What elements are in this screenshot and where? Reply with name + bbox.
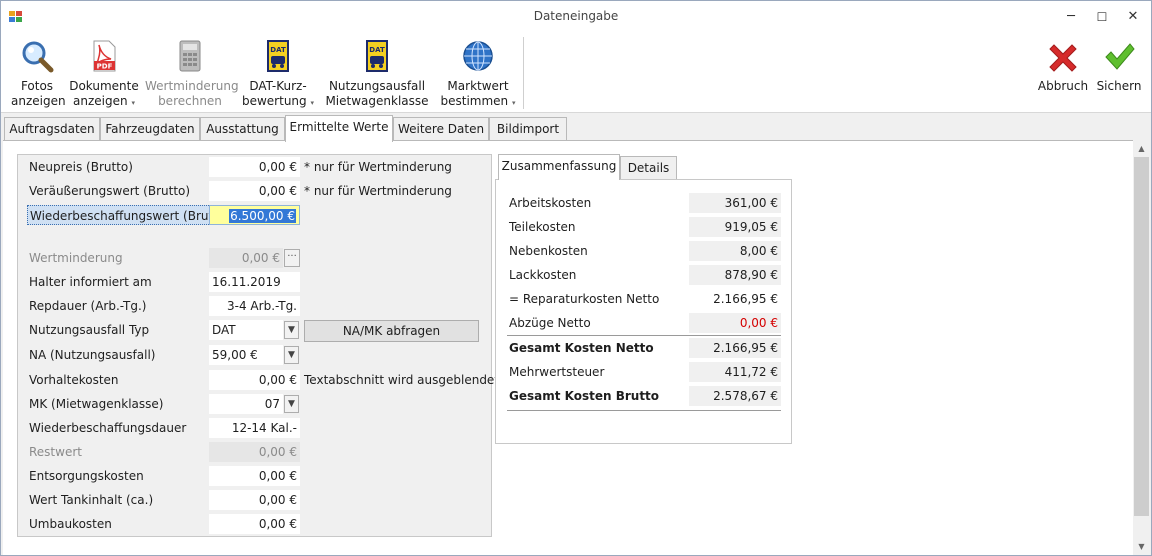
na-nutzungsausfall-select[interactable]: 59,00 €	[209, 345, 283, 365]
application-window: Dateneingabe ─ ☐ ✕ Fotos anzeigen PDF Do…	[0, 0, 1152, 556]
tab-zusammenfassung[interactable]: Zusammenfassung	[498, 154, 620, 180]
tab-fahrzeugdaten[interactable]: Fahrzeugdaten	[100, 117, 200, 141]
veraeusserungswert-label: Veräußerungswert (Brutto)	[29, 184, 191, 198]
svg-text:DAT: DAT	[369, 46, 385, 54]
na-nutzungsausfall-label: NA (Nutzungsausfall)	[29, 348, 156, 362]
neupreis-label: Neupreis (Brutto)	[29, 160, 133, 174]
chevron-down-icon: ▾	[511, 99, 516, 107]
repdauer-label: Repdauer (Arb.-Tg.)	[29, 299, 147, 313]
globe-icon	[461, 39, 495, 73]
close-button[interactable]: ✕	[1118, 4, 1148, 30]
reparaturkosten-netto-field[interactable]: 2.166,95 €	[689, 289, 781, 309]
dokumente-anzeigen-button[interactable]: PDF Dokumente anzeigen ▾	[69, 37, 139, 109]
nutzungsausfall-typ-label: Nutzungsausfall Typ	[29, 323, 150, 337]
ribbon-separator	[523, 37, 524, 109]
wert-tankinhalt-label: Wert Tankinhalt (ca.)	[29, 493, 154, 507]
summary-row: Nebenkosten 8,00 €	[509, 241, 781, 261]
entsorgungskosten-field[interactable]: 0,00 €	[209, 466, 300, 486]
halter-informiert-label: Halter informiert am	[29, 275, 152, 289]
neupreis-note: * nur für Wertminderung	[304, 160, 452, 174]
chevron-down-icon[interactable]: ▼	[284, 346, 299, 364]
mk-mietwagenklasse-label: MK (Mietwagenklasse)	[29, 397, 164, 411]
dat-icon: DAT	[360, 39, 394, 73]
summary-row: = Reparaturkosten Netto 2.166,95 €	[509, 289, 781, 309]
wertminderung-ellipsis-button[interactable]: ···	[284, 249, 300, 267]
dat-icon: DAT	[261, 39, 295, 73]
checkmark-icon	[1102, 39, 1136, 73]
wertminderung-berechnen-button[interactable]: Wertminderung berechnen	[145, 37, 239, 109]
magnifier-icon	[20, 39, 54, 73]
restwert-field: 0,00 €	[209, 442, 300, 462]
neupreis-field[interactable]: 0,00 €	[209, 157, 300, 177]
umbaukosten-label: Umbaukosten	[29, 517, 112, 531]
chevron-down-icon[interactable]: ▼	[284, 395, 299, 413]
scroll-up-icon[interactable]: ▲	[1133, 140, 1150, 157]
svg-text:PDF: PDF	[97, 63, 113, 71]
wiederbeschaffungswert-label: Wiederbeschaffungswert (Brutto)	[27, 205, 233, 225]
tab-details[interactable]: Details	[620, 156, 677, 180]
title-bar: Dateneingabe ─ ☐ ✕	[1, 1, 1151, 33]
ribbon-toolbar: Fotos anzeigen PDF Dokumente anzeigen ▾	[1, 33, 1151, 122]
wiederbeschaffungswert-field[interactable]: 6.500,00 €	[209, 205, 300, 225]
vorhaltekosten-field[interactable]: 0,00 €	[209, 370, 300, 390]
wertminderung-field: 0,00 €	[209, 248, 283, 268]
chevron-down-icon: ▾	[131, 99, 135, 107]
vorhaltekosten-note: Textabschnitt wird ausgeblendet!	[304, 373, 504, 387]
scrollbar-thumb[interactable]	[1134, 157, 1149, 516]
mk-mietwagenklasse-select[interactable]: 07	[209, 394, 283, 414]
nutzungsausfall-mietwagenklasse-button[interactable]: DAT Nutzungsausfall Mietwagenklasse ▾	[323, 37, 431, 122]
marktwert-bestimmen-button[interactable]: Marktwert bestimmen ▾	[439, 37, 517, 109]
pdf-icon: PDF	[87, 39, 121, 73]
wiederbeschaffungsdauer-field[interactable]: 12-14 Kal.-Tage	[209, 418, 300, 455]
summary-row: Gesamt Kosten Netto 2.166,95 €	[509, 338, 781, 358]
summary-row: Gesamt Kosten Brutto 2.578,67 €	[509, 386, 781, 406]
wert-tankinhalt-field[interactable]: 0,00 €	[209, 490, 300, 510]
tab-ausstattung[interactable]: Ausstattung	[200, 117, 285, 141]
svg-text:DAT: DAT	[270, 46, 286, 54]
umbaukosten-field[interactable]: 0,00 €	[209, 514, 300, 534]
main-tab-strip: Auftragsdaten Fahrzeugdaten Ausstattung …	[1, 115, 1151, 142]
summary-divider	[507, 335, 781, 336]
wiederbeschaffungsdauer-label: Wiederbeschaffungsdauer	[29, 421, 187, 435]
calculator-icon	[173, 39, 207, 73]
na-mk-abfragen-button[interactable]: NA/MK abfragen	[304, 320, 479, 342]
summary-row: Teilekosten 919,05 €	[509, 217, 781, 237]
summary-row: Lackkosten 878,90 €	[509, 265, 781, 285]
fotos-anzeigen-button[interactable]: Fotos anzeigen	[11, 37, 66, 109]
window-title: Dateneingabe	[533, 9, 619, 23]
veraeusserungswert-field[interactable]: 0,00 €	[209, 181, 300, 201]
summary-row: Arbeitskosten 361,00 €	[509, 193, 781, 213]
chevron-down-icon: ▾	[310, 99, 314, 107]
veraeusserungswert-note: * nur für Wertminderung	[304, 184, 452, 198]
cancel-x-icon	[1046, 39, 1080, 73]
abbruch-button[interactable]: Abbruch	[1037, 37, 1089, 109]
nutzungsausfall-typ-select[interactable]: DAT	[209, 320, 283, 340]
restwert-label: Restwert	[29, 445, 82, 459]
dat-kurzbewertung-button[interactable]: DAT DAT-Kurz- bewertung ▾	[241, 37, 315, 109]
halter-informiert-field[interactable]: 16.11.2019	[209, 272, 300, 292]
repdauer-field[interactable]: 3-4 Arb.-Tg.	[209, 296, 300, 316]
chevron-down-icon[interactable]: ▼	[284, 321, 299, 339]
summary-row: Mehrwertsteuer 411,72 €	[509, 362, 781, 382]
maximize-button[interactable]: ☐	[1087, 4, 1117, 30]
sichern-button[interactable]: Sichern	[1095, 37, 1143, 109]
summary-row: Abzüge Netto 0,00 €	[509, 313, 781, 333]
tab-auftragsdaten[interactable]: Auftragsdaten	[4, 117, 100, 141]
minimize-button[interactable]: ─	[1056, 4, 1086, 30]
wertminderung-label: Wertminderung	[29, 251, 123, 265]
tab-bildimport[interactable]: Bildimport	[489, 117, 567, 141]
entsorgungskosten-label: Entsorgungskosten	[29, 469, 144, 483]
tab-ermittelte-werte[interactable]: Ermittelte Werte	[285, 115, 393, 142]
scroll-down-icon[interactable]: ▼	[1133, 538, 1150, 555]
summary-divider	[507, 410, 781, 411]
vertical-scrollbar[interactable]: ▲ ▼	[1133, 140, 1150, 555]
tab-weitere-daten[interactable]: Weitere Daten	[393, 117, 489, 141]
vorhaltekosten-label: Vorhaltekosten	[29, 373, 119, 387]
